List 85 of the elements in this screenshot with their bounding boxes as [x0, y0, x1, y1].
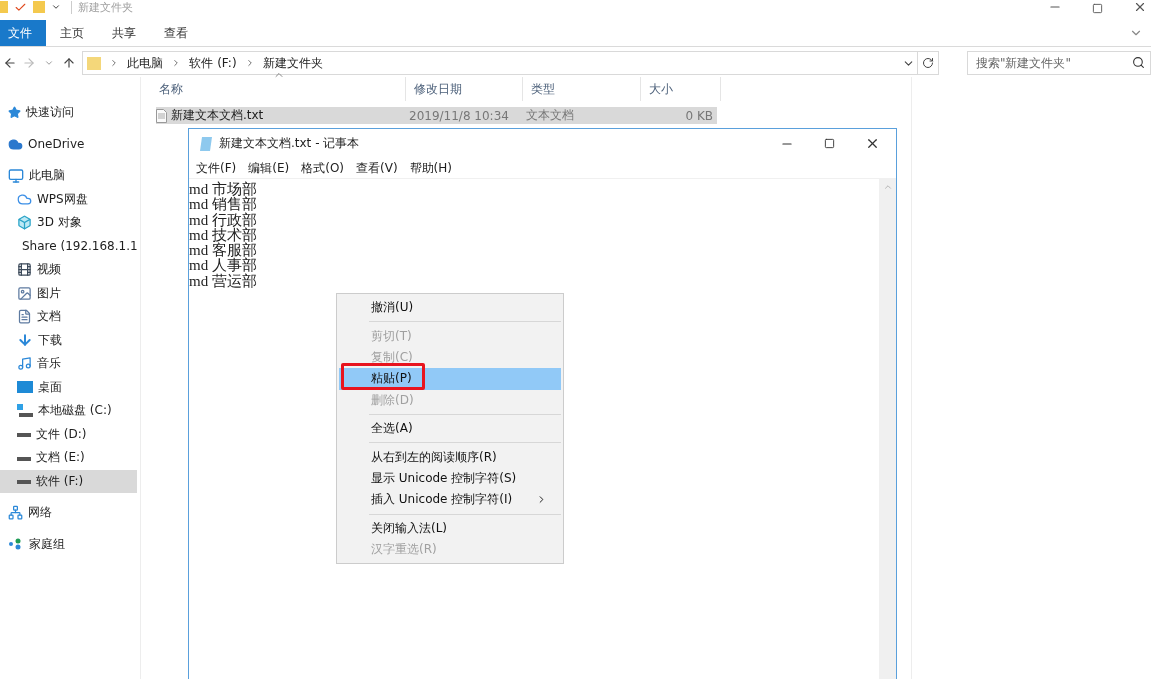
file-row[interactable]: 新建文本文档.txt 2019/11/8 10:34 文本文档 0 KB — [156, 107, 717, 124]
maximize-icon[interactable] — [1092, 3, 1103, 14]
breadcrumb[interactable]: 新建文件夹 — [262, 54, 323, 72]
menu-item[interactable]: 从右到左的阅读顺序(R) — [339, 446, 561, 468]
image-icon — [17, 285, 32, 301]
star-icon — [8, 106, 21, 120]
scrollbar[interactable] — [879, 179, 896, 679]
nav-item[interactable]: 此电脑 — [0, 164, 137, 188]
drive-icon — [17, 430, 31, 439]
music-icon — [17, 356, 32, 372]
column-header[interactable]: 名称 — [151, 77, 406, 101]
menu-item[interactable]: 全选(A) — [339, 417, 561, 440]
menu-item[interactable]: 文件(F) — [196, 159, 237, 177]
cloud-icon — [17, 191, 32, 207]
menu-item[interactable]: 编辑(E) — [248, 159, 290, 177]
window-title: 新建文件夹 — [71, 0, 133, 14]
menu-item[interactable]: 关闭输入法(L) — [339, 517, 561, 539]
address-bar[interactable]: 此电脑 软件 (F:) 新建文件夹 — [82, 51, 919, 75]
nav-item[interactable]: 快速访问 — [0, 101, 137, 125]
film-icon — [17, 262, 32, 278]
breadcrumb[interactable]: 此电脑 — [127, 54, 164, 72]
table-cell: 0 KB — [685, 108, 713, 123]
menu-item[interactable]: 显示 Unicode 控制字符(S) — [339, 467, 561, 490]
network-icon — [8, 505, 23, 521]
menu-item[interactable]: 粘贴(P) — [339, 368, 561, 390]
nav-item[interactable]: 本地磁盘 (C:) — [0, 399, 137, 423]
nav-item[interactable]: 下载 — [0, 328, 137, 352]
desktop-icon — [17, 381, 33, 394]
maximize-icon[interactable] — [824, 138, 835, 149]
ribbon-tab[interactable]: 主页 — [46, 20, 98, 46]
breadcrumb[interactable]: 软件 (F:) — [189, 54, 237, 72]
refresh-button[interactable] — [918, 51, 939, 75]
menu-item[interactable]: 格式(O) — [301, 159, 345, 177]
column-header[interactable]: 大小 — [641, 77, 721, 101]
nav-item[interactable]: 软件 (F:) — [0, 469, 137, 493]
document-icon — [17, 309, 32, 325]
nav-item[interactable]: Share (192.168.1.1 — [0, 234, 137, 258]
cube-icon — [17, 215, 32, 231]
dropdown-icon[interactable] — [51, 2, 61, 12]
cloud-icon — [8, 136, 23, 152]
monitor-icon — [8, 167, 24, 184]
text-line: md 销售部 — [189, 197, 257, 213]
close-icon[interactable] — [865, 136, 880, 151]
table-cell: 新建文本文档.txt — [171, 107, 264, 124]
nav-item[interactable]: 文档 (E:) — [0, 446, 137, 470]
ribbon-tab[interactable]: 共享 — [98, 20, 150, 46]
column-header[interactable]: 类型 — [523, 77, 641, 101]
table-cell: 文本文档 — [526, 107, 574, 124]
ribbon-tab[interactable]: 查看 — [150, 20, 202, 46]
up-icon[interactable] — [61, 56, 76, 70]
search-icon[interactable] — [1131, 56, 1145, 69]
drive-icon — [17, 403, 33, 418]
nav-item[interactable]: 网络 — [0, 501, 137, 525]
menu-item[interactable]: 插入 Unicode 控制字符(I) — [339, 489, 561, 511]
nav-item[interactable]: 音乐 — [0, 352, 137, 376]
nav-item[interactable]: 文档 — [0, 305, 137, 329]
window-title: 新建文本文档.txt - 记事本 — [219, 135, 360, 152]
nav-item[interactable]: 家庭组 — [0, 532, 137, 556]
nav-item[interactable]: WPS网盘 — [0, 187, 137, 211]
table-cell: 2019/11/8 10:34 — [409, 108, 509, 123]
nav-item[interactable]: 视频 — [0, 258, 137, 282]
download-icon — [17, 332, 33, 349]
menu-item[interactable]: 帮助(H) — [409, 159, 452, 177]
nav-item[interactable]: 图片 — [0, 281, 137, 305]
text-line: md 人事部 — [189, 258, 257, 274]
menu-item[interactable]: 查看(V) — [356, 159, 398, 177]
text-line: md 技术部 — [189, 227, 257, 243]
back-icon[interactable] — [2, 56, 17, 70]
text-line: md 行政部 — [189, 212, 257, 228]
notepad-icon — [199, 136, 213, 151]
close-icon[interactable] — [1133, 0, 1147, 14]
ribbon-tab[interactable]: 文件 — [0, 20, 46, 46]
file-icon — [156, 108, 167, 123]
text-line: md 营运部 — [189, 273, 257, 290]
column-header[interactable]: 修改日期 — [406, 77, 523, 101]
nav-item[interactable]: 3D 对象 — [0, 211, 137, 235]
menu-item[interactable]: 撤消(U) — [339, 297, 561, 319]
drive-icon — [17, 477, 31, 486]
search-field[interactable]: 搜索"新建文件夹" — [966, 51, 1151, 75]
nav-item[interactable]: 文件 (D:) — [0, 422, 137, 446]
folder-icon — [87, 56, 102, 70]
nav-item[interactable]: 桌面 — [0, 375, 137, 399]
refresh-icon — [922, 57, 935, 69]
nav-item[interactable]: OneDrive — [0, 132, 137, 156]
text-line: md 市场部 — [189, 182, 257, 197]
